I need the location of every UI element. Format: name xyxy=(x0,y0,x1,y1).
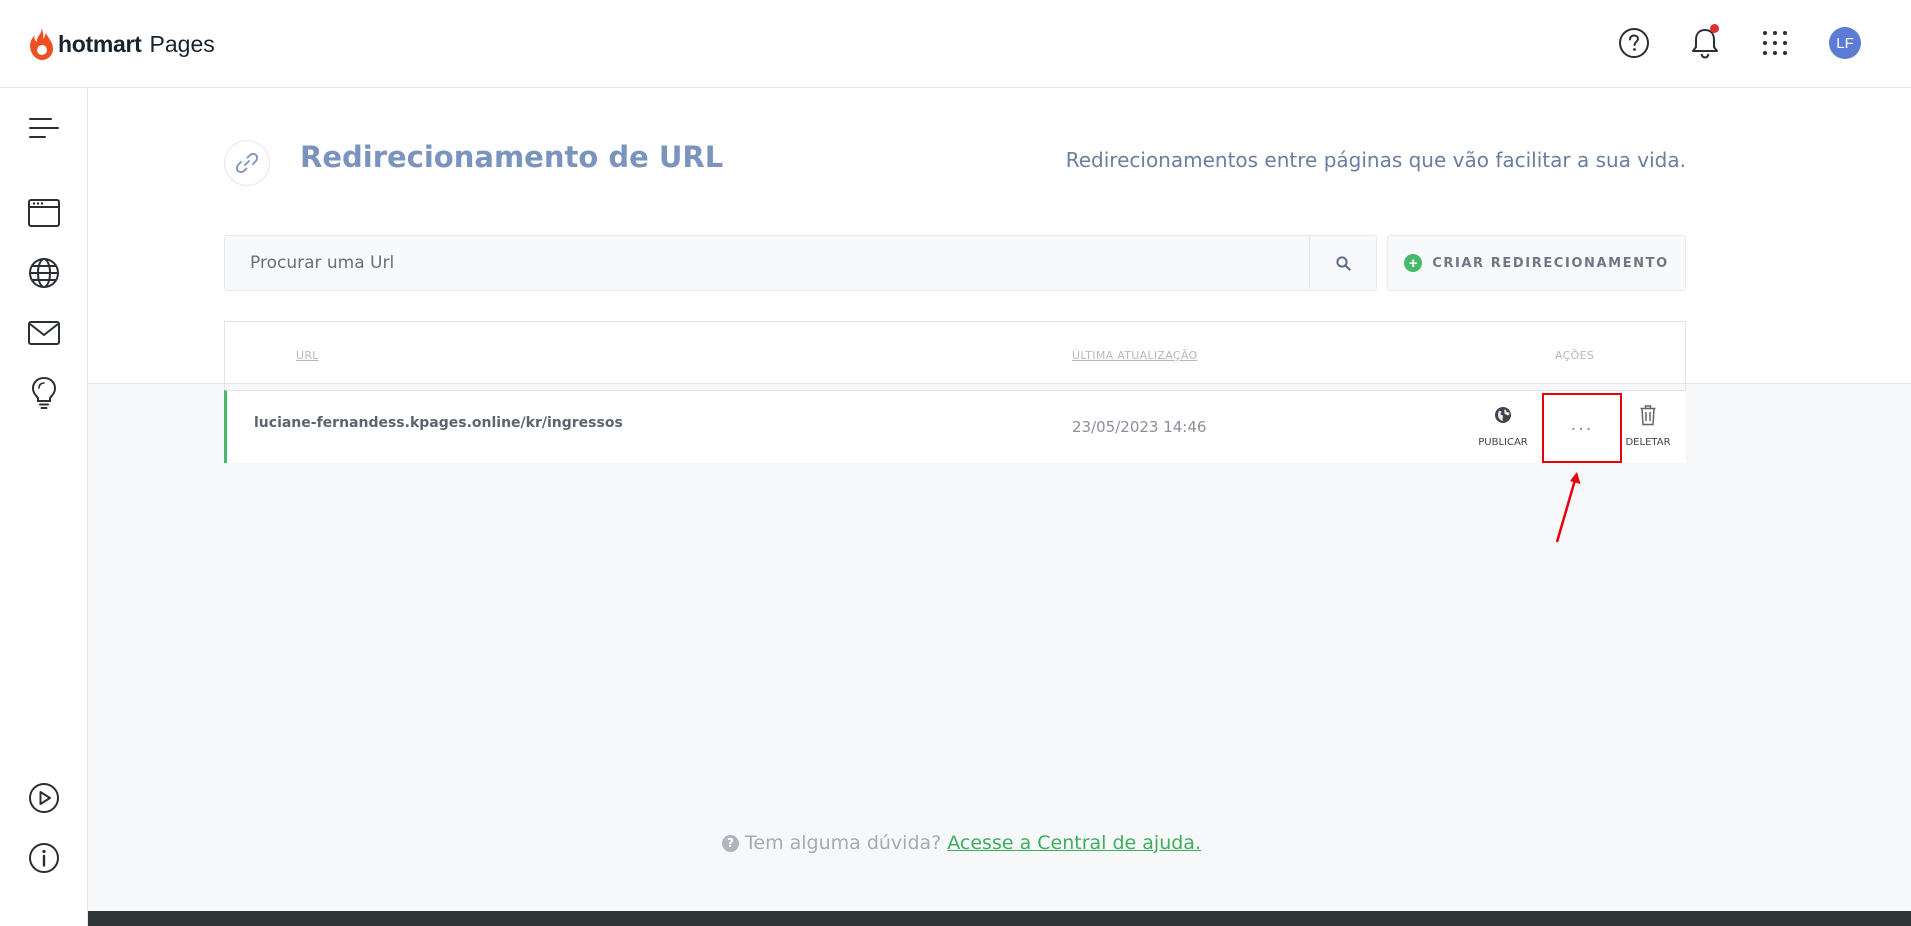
delete-button[interactable]: DELETAR xyxy=(1616,402,1680,454)
search-button[interactable] xyxy=(1309,236,1376,290)
flame-logo-icon xyxy=(30,28,53,60)
search-input[interactable] xyxy=(225,236,1310,290)
link-icon xyxy=(224,140,270,186)
menu-icon[interactable] xyxy=(26,110,62,146)
apps-grid-icon[interactable] xyxy=(1758,26,1792,60)
help-center-link[interactable]: Acesse a Central de ajuda. xyxy=(947,832,1201,854)
ellipsis-icon: ... xyxy=(1570,413,1594,435)
globe-icon xyxy=(1494,402,1512,428)
logo-brand: hotmart xyxy=(58,30,142,57)
help-circle-icon[interactable] xyxy=(1617,26,1651,60)
mail-icon[interactable] xyxy=(26,315,62,351)
logo-product: Pages xyxy=(149,30,215,57)
hotmart-pages-logo[interactable]: hotmart Pages xyxy=(28,24,215,64)
create-redirect-button[interactable]: + CRIAR REDIRECIONAMENTO xyxy=(1387,235,1686,291)
question-circle-icon: ? xyxy=(722,834,739,852)
page-title: Redirecionamento de URL xyxy=(300,140,724,174)
publish-label: PUBLICAR xyxy=(1478,437,1528,448)
plus-circle-icon: + xyxy=(1404,254,1423,272)
top-bar: hotmart Pages LF xyxy=(0,0,1911,88)
more-options-button[interactable]: ... xyxy=(1542,393,1622,463)
info-circle-icon[interactable] xyxy=(26,840,62,876)
row-url: luciane-fernandess.kpages.online/kr/ingr… xyxy=(254,415,623,431)
sidebar xyxy=(0,88,88,926)
search-bar xyxy=(224,235,1377,291)
delete-label: DELETAR xyxy=(1625,437,1671,448)
footer-bar xyxy=(88,911,1911,926)
play-circle-icon[interactable] xyxy=(26,780,62,816)
search-icon xyxy=(1335,255,1351,271)
column-header-url[interactable]: URL xyxy=(296,349,319,362)
browser-window-icon[interactable] xyxy=(26,195,62,231)
column-header-actions: AÇÕES xyxy=(1555,349,1595,362)
globe-icon[interactable] xyxy=(26,255,62,291)
bell-icon[interactable] xyxy=(1688,24,1722,60)
lightbulb-icon[interactable] xyxy=(26,375,62,411)
avatar[interactable]: LF xyxy=(1829,27,1861,59)
help-question: Tem alguma dúvida? xyxy=(745,832,942,854)
page-subtitle: Redirecionamentos entre páginas que vão … xyxy=(1065,148,1686,172)
publish-button[interactable]: PUBLICAR xyxy=(1471,402,1535,454)
trash-icon xyxy=(1639,402,1657,428)
create-redirect-label: CRIAR REDIRECIONAMENTO xyxy=(1432,255,1669,271)
notification-dot xyxy=(1710,24,1719,33)
annotation-arrow-icon xyxy=(1555,472,1581,543)
column-header-updated[interactable]: ÚLTIMA ATUALIZAÇÃO xyxy=(1072,349,1197,362)
help-line: ? Tem alguma dúvida? Acesse a Central de… xyxy=(722,832,1201,854)
row-updated-date: 23/05/2023 14:46 xyxy=(1072,418,1207,436)
